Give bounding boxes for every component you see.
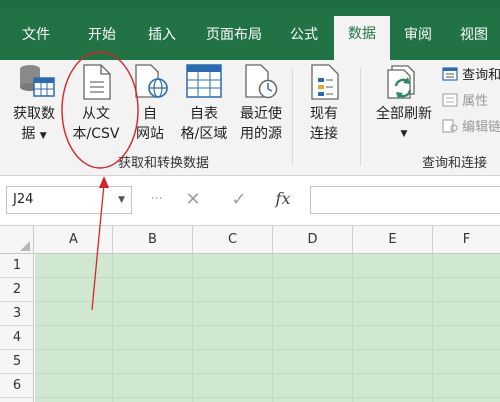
row-header-2[interactable]: 2 — [0, 278, 34, 302]
name-box[interactable]: J24 ▼ — [6, 186, 132, 214]
properties-icon — [442, 93, 458, 107]
text-file-icon — [83, 64, 111, 100]
formula-bar: J24 ▼ ⋮ ✕ ✓ fx — [0, 176, 500, 226]
column-header-f[interactable]: F — [433, 226, 500, 254]
tab-formulas[interactable]: 公式 — [278, 22, 330, 52]
gridline — [112, 254, 113, 402]
web-page-icon — [135, 64, 168, 98]
clock-file-icon — [245, 64, 278, 99]
tab-view[interactable]: 视图 — [448, 22, 500, 52]
row-header-5[interactable]: 5 — [0, 350, 34, 374]
properties-label: 属性 — [462, 94, 489, 109]
ribbon-separator — [360, 68, 361, 166]
from-web-button[interactable]: 自 网站 — [128, 60, 172, 150]
recent-sources-button[interactable]: 最近使 用的源 — [234, 60, 288, 150]
refresh-all-button[interactable]: 全部刷新 ▼ — [366, 60, 442, 150]
tab-review[interactable]: 审阅 — [392, 22, 444, 52]
refresh-all-label: 全部刷新 — [376, 106, 432, 122]
existing-conn-label-1: 现有 — [310, 106, 338, 122]
from-web-label-2: 网站 — [136, 126, 164, 142]
chevron-down-icon[interactable]: ▼ — [118, 187, 125, 213]
tab-page-layout[interactable]: 页面布局 — [196, 22, 272, 52]
from-text-label-2: 本/CSV — [72, 126, 120, 142]
recent-sources-label-2: 用的源 — [240, 126, 282, 142]
properties-button[interactable]: 属性 — [442, 92, 488, 112]
existing-connections-button[interactable]: 现有 连接 — [296, 60, 352, 150]
group-label-get-transform: 获取和转换数据 — [118, 156, 210, 171]
gridline — [192, 254, 193, 402]
cancel-icon[interactable]: ✕ — [178, 189, 208, 210]
gridline — [352, 254, 353, 402]
gridline — [35, 301, 500, 302]
edit-links-label: 编辑链 — [462, 120, 500, 135]
row-header-1[interactable]: 1 — [0, 254, 34, 278]
from-table-label-1: 自表 — [190, 106, 218, 122]
get-data-label-2: 据 ▼ — [21, 126, 47, 142]
tab-home[interactable]: 开始 — [74, 22, 130, 52]
from-table-range-button[interactable]: 自表 格/区域 — [174, 60, 234, 150]
ribbon-panel: 获取数 据 ▼ 从文 本/CSV 自 网站 自表 格/区域 最近使 用的源 现有… — [0, 60, 500, 176]
gridline — [432, 254, 433, 402]
row-header-4[interactable]: 4 — [0, 326, 34, 350]
column-header-c[interactable]: C — [193, 226, 273, 254]
group-label-queries-conn: 查询和连接 — [422, 156, 488, 171]
database-table-icon — [20, 65, 55, 97]
queries-icon — [442, 67, 458, 81]
name-box-value: J24 — [13, 192, 34, 207]
ribbon-tab-bar: 文件 开始 插入 页面布局 公式 数据 审阅 视图 — [0, 0, 500, 60]
chevron-down-icon: ▼ — [400, 129, 408, 139]
edit-links-button[interactable]: 编辑链 — [442, 118, 500, 138]
column-header-e[interactable]: E — [353, 226, 433, 254]
formula-input[interactable] — [310, 186, 500, 214]
tab-insert[interactable]: 插入 — [134, 22, 190, 52]
splitter-handle[interactable]: ⋮ — [150, 192, 164, 203]
chevron-down-icon: ▼ — [39, 131, 47, 141]
tab-data[interactable]: 数据 — [334, 16, 390, 60]
recent-sources-label-1: 最近使 — [240, 106, 282, 122]
column-header-bar: A B C D E F — [0, 226, 500, 254]
get-data-button[interactable]: 获取数 据 ▼ — [6, 60, 62, 150]
gridline — [35, 325, 500, 326]
from-table-label-2: 格/区域 — [180, 126, 228, 142]
queries-connections-button[interactable]: 查询和 — [442, 66, 500, 86]
column-header-a[interactable]: A — [35, 226, 113, 254]
existing-conn-label-2: 连接 — [310, 126, 338, 142]
edit-links-icon — [442, 119, 458, 133]
column-header-b[interactable]: B — [113, 226, 193, 254]
insert-function-button[interactable]: fx — [268, 189, 298, 208]
connection-file-icon — [311, 64, 339, 100]
table-range-icon — [186, 64, 222, 98]
title-bar-edge — [0, 0, 500, 8]
from-text-label-1: 从文 — [82, 106, 110, 122]
ribbon-separator — [292, 68, 293, 166]
cell-grid[interactable] — [35, 254, 500, 402]
gridline — [35, 349, 500, 350]
enter-check-icon[interactable]: ✓ — [224, 189, 254, 210]
column-header-d[interactable]: D — [273, 226, 353, 254]
row-header-6[interactable]: 6 — [0, 374, 34, 398]
tab-file[interactable]: 文件 — [8, 22, 64, 52]
row-header-bar: 1 2 3 4 5 6 — [0, 254, 34, 402]
row-header-3[interactable]: 3 — [0, 302, 34, 326]
select-all-triangle-icon — [20, 241, 30, 251]
gridline — [35, 277, 500, 278]
select-all-corner[interactable] — [0, 226, 34, 254]
gridline — [35, 373, 500, 374]
gridline — [272, 254, 273, 402]
from-text-csv-button[interactable]: 从文 本/CSV — [64, 60, 128, 150]
gridline — [35, 397, 500, 398]
refresh-icon — [387, 65, 415, 99]
queries-label: 查询和 — [462, 68, 500, 83]
from-web-label-1: 自 — [143, 106, 157, 122]
get-data-label-1: 获取数 — [13, 106, 55, 122]
